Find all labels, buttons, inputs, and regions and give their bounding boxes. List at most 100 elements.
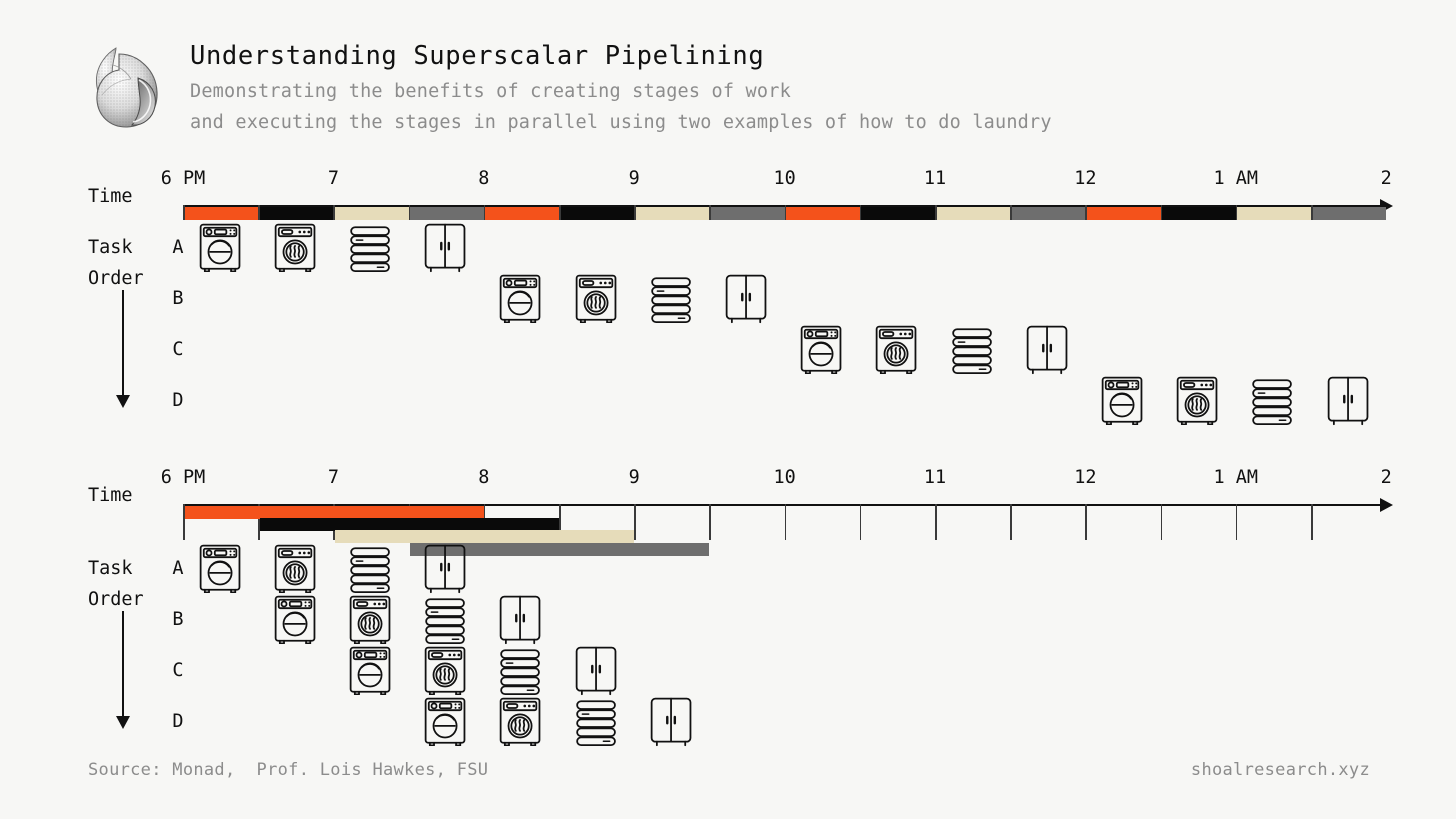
x-tick-label: 9 [628,467,640,488]
washing-machine-icon [423,696,467,747]
row-label-C: C [172,660,184,681]
stage-band-fold [1237,206,1311,220]
x-tick-label: 7 [327,467,339,488]
wardrobe-icon [1025,324,1069,375]
time-axis-label: Time [88,186,133,207]
stage-band-store [1312,206,1387,220]
stage-band-wash [485,206,559,220]
x-tick-label: 9 [628,168,640,189]
source-credit: Source: Monad, Prof. Lois Hawkes, FSU [88,760,489,780]
stage-band-dry [259,518,559,531]
stage-band-dry [1162,206,1236,220]
infographic-canvas: Understanding Superscalar Pipelining Dem… [0,0,1456,819]
site-credit[interactable]: shoalresearch.xyz [1191,760,1370,780]
folded-laundry-icon [423,594,467,647]
washing-machine-icon [1100,375,1144,426]
x-tick-label: 7 [327,168,339,189]
dryer-icon [1175,375,1219,426]
x-tick-label: 8 [478,168,490,189]
row-label-D: D [172,711,184,732]
stage-band-dry [861,206,935,220]
header: Understanding Superscalar Pipelining Dem… [86,38,1052,138]
wardrobe-icon [574,645,618,696]
x-tick-label: 1 AM [1213,168,1259,189]
x-tick-label: 11 [923,168,947,189]
folded-laundry-icon [574,696,618,749]
folded-laundry-icon [348,222,392,275]
task-order-arrow-icon [116,611,130,729]
task-order-label-order: Order [88,268,144,289]
wardrobe-icon [649,696,693,747]
stage-band-store [410,206,484,220]
axis-tick [784,504,787,540]
stage-band-fold [936,206,1011,220]
wardrobe-icon [423,222,467,273]
x-tick-label: 6 PM [160,168,206,189]
dryer-icon [348,594,392,645]
washing-machine-icon [498,273,542,324]
stage-band-fold [335,206,409,220]
folded-laundry-icon [649,273,693,326]
dryer-icon [273,543,317,594]
axis-tick [1160,504,1163,540]
row-label-B: B [172,609,184,630]
axis-tick [1085,504,1087,540]
x-tick-label: 11 [923,467,947,488]
axis-tick [634,504,636,540]
washing-machine-icon [348,645,392,696]
stage-band-wash [1087,206,1161,220]
page-subtitle-line-1: Demonstrating the benefits of creating s… [190,81,791,103]
stage-band-dry [259,206,334,220]
x-tick-label: 10 [773,168,796,189]
axis-tick [709,504,711,540]
wardrobe-icon [1326,375,1370,426]
folded-laundry-icon [498,645,542,698]
page-title: Understanding Superscalar Pipelining [190,41,765,71]
axis-tick [859,504,862,540]
folded-laundry-icon [1250,375,1294,428]
dryer-icon [498,696,542,747]
washing-machine-icon [198,222,242,273]
x-tick-label: 8 [478,467,490,488]
row-label-A: A [172,237,184,258]
dryer-icon [574,273,618,324]
stage-band-fold [635,206,710,220]
row-label-B: B [172,288,184,309]
stage-band-fold [335,530,635,544]
wardrobe-icon [423,543,467,594]
row-label-A: A [172,558,184,579]
wardrobe-icon [498,594,542,645]
stage-band-store [711,206,785,220]
washing-machine-icon [799,324,843,375]
task-order-label-order: Order [88,589,144,610]
stage-band-wash [786,206,860,220]
row-label-D: D [172,390,184,411]
axis-tick [1235,504,1238,540]
task-order-arrow-icon [116,290,130,408]
washing-machine-icon [198,543,242,594]
x-tick-label: 2 [1380,168,1392,189]
time-axis-arrow-icon [1380,498,1393,512]
task-order-label-task: Task [88,237,133,258]
x-tick-label: 10 [773,467,796,488]
x-tick-label: 12 [1074,467,1097,488]
axis-tick [935,504,937,540]
time-axis-label: Time [88,485,133,506]
folded-laundry-icon [950,324,994,377]
dryer-icon [423,645,467,696]
x-tick-label: 2 [1380,467,1392,488]
stage-band-wash [184,206,259,220]
x-tick-label: 6 PM [160,467,206,488]
stage-band-store [1011,206,1086,220]
header-text: Understanding Superscalar Pipelining Dem… [190,38,1052,138]
stage-band-wash [184,505,484,519]
washing-machine-icon [273,594,317,645]
x-tick-label: 12 [1074,168,1097,189]
axis-tick [1311,504,1313,540]
x-tick-label: 1 AM [1213,467,1259,488]
page-subtitle-line-2: and executing the stages in parallel usi… [190,112,1052,134]
wardrobe-icon [724,273,768,324]
folded-laundry-icon [348,543,392,596]
seashell-logo-icon [86,40,168,132]
dryer-icon [874,324,918,375]
